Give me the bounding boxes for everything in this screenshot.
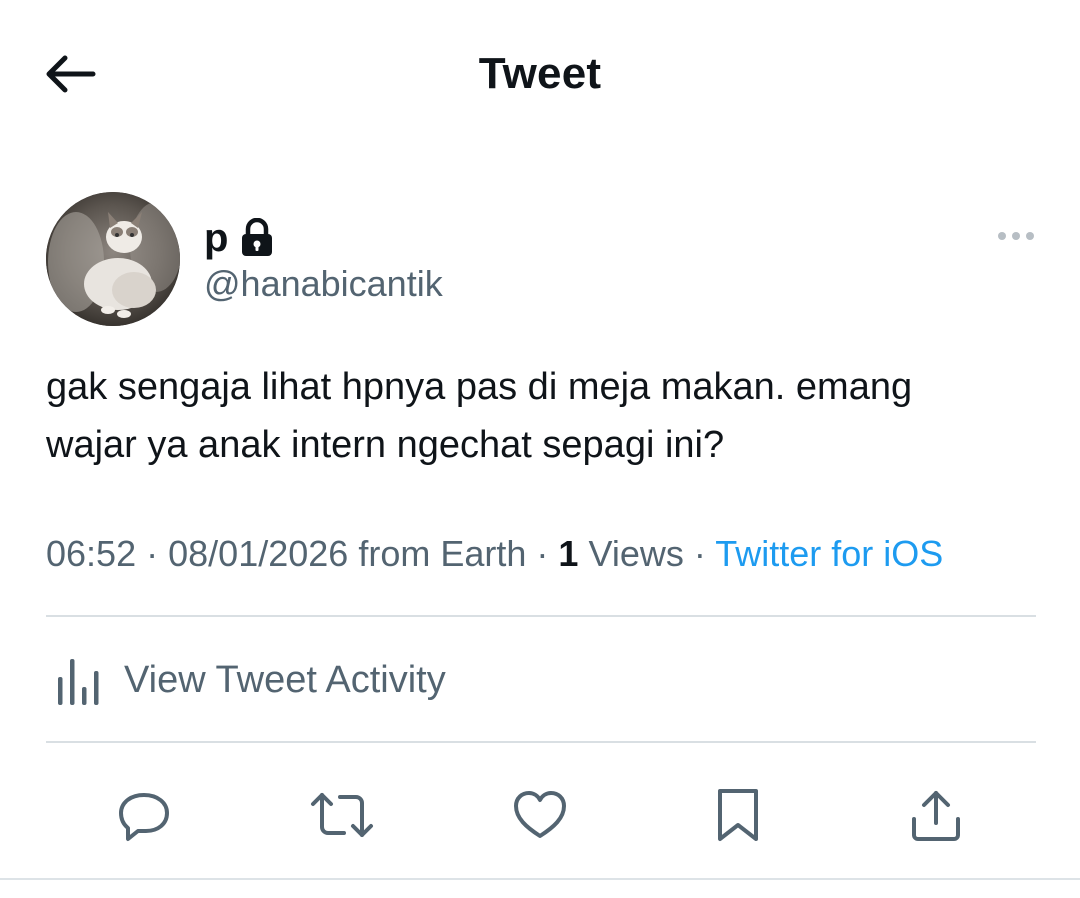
bookmark-button[interactable] bbox=[703, 780, 773, 850]
like-button[interactable] bbox=[505, 780, 575, 850]
activity-label: View Tweet Activity bbox=[124, 659, 446, 701]
tweet-location: from Earth bbox=[358, 533, 527, 574]
avatar[interactable] bbox=[46, 192, 180, 326]
share-button[interactable] bbox=[901, 780, 971, 850]
display-name-row[interactable]: p bbox=[204, 210, 274, 266]
divider bbox=[46, 741, 1036, 743]
username[interactable]: @hanabicantik bbox=[204, 262, 443, 306]
reply-button[interactable] bbox=[109, 780, 179, 850]
display-name: p bbox=[204, 216, 229, 260]
heart-icon bbox=[514, 791, 566, 838]
tweet-action-bar bbox=[0, 770, 1080, 860]
lock-icon bbox=[242, 218, 273, 256]
share-icon bbox=[912, 791, 960, 841]
reply-icon bbox=[119, 793, 169, 841]
meta-separator: · bbox=[693, 533, 706, 574]
divider bbox=[0, 878, 1080, 880]
bookmark-icon bbox=[718, 789, 758, 841]
tweet-detail-page: Tweet p @hanabicantik gak sengaja lihat … bbox=[0, 0, 1080, 898]
tweet-time[interactable]: 06:52 bbox=[46, 533, 136, 574]
view-tweet-activity-button[interactable]: View Tweet Activity bbox=[46, 640, 1036, 720]
views-count: 1 bbox=[558, 533, 579, 574]
retweet-icon bbox=[311, 793, 373, 837]
tweet-meta: 06:52 · 08/01/2026 from Earth · 1 Views … bbox=[46, 530, 943, 578]
meta-separator: · bbox=[146, 533, 159, 574]
retweet-button[interactable] bbox=[307, 780, 377, 850]
bar-chart-icon bbox=[50, 651, 108, 709]
views-label: Views bbox=[588, 533, 684, 574]
source-link[interactable]: Twitter for iOS bbox=[715, 533, 943, 574]
tweet-text: gak sengaja lihat hpnya pas di meja maka… bbox=[46, 358, 1036, 474]
more-options-button[interactable] bbox=[992, 218, 1040, 254]
tweet-text-line: gak sengaja lihat hpnya pas di meja maka… bbox=[46, 366, 913, 408]
tweet-date[interactable]: 08/01/2026 bbox=[168, 533, 348, 574]
more-horizontal-icon bbox=[998, 232, 1034, 240]
tweet-text-line: wajar ya anak intern ngechat sepagi ini? bbox=[46, 424, 725, 466]
cat-avatar-image bbox=[46, 192, 180, 326]
divider bbox=[46, 615, 1036, 617]
page-title: Tweet bbox=[478, 49, 602, 98]
meta-separator: · bbox=[536, 533, 549, 574]
